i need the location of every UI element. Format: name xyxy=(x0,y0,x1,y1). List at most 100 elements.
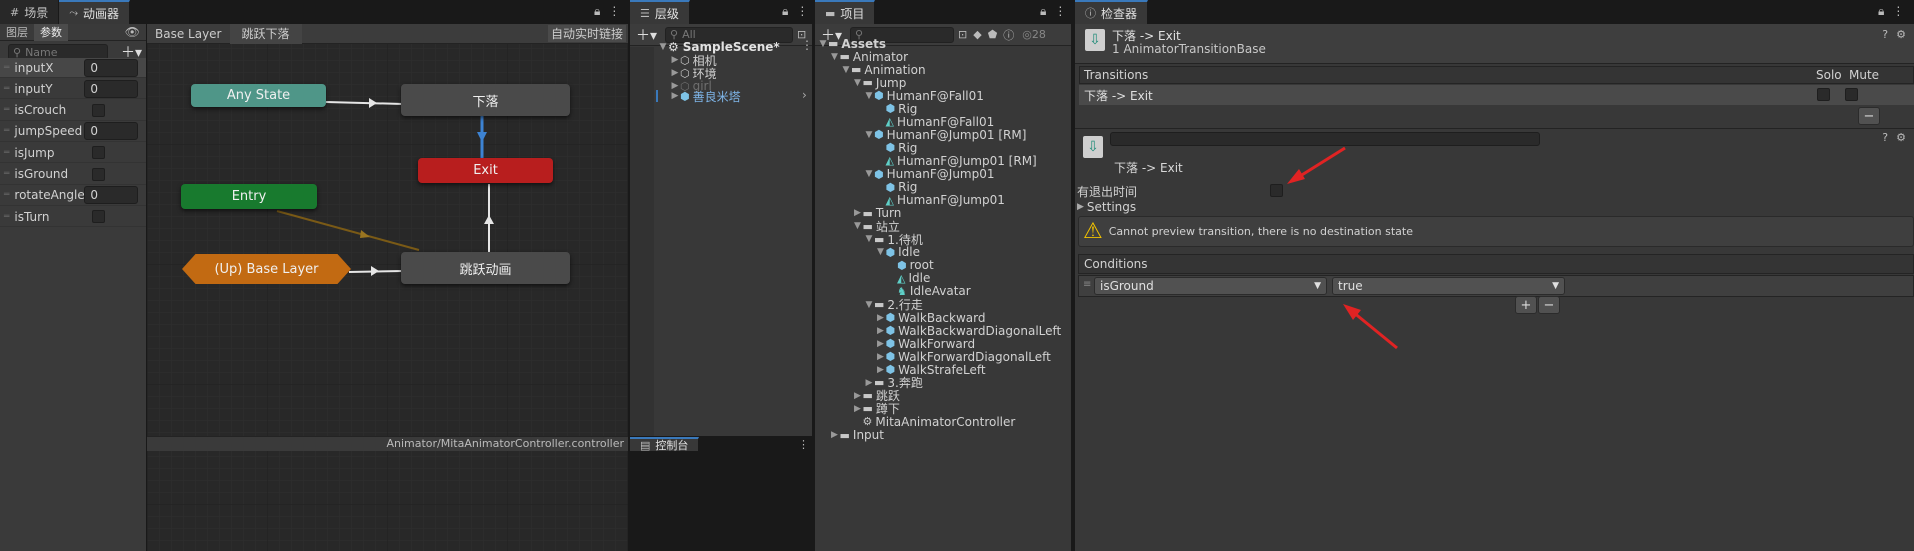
node-any-state[interactable]: Any State xyxy=(191,84,326,107)
param-checkbox[interactable] xyxy=(92,103,106,117)
lock-icon[interactable]: 🔒︎ xyxy=(782,4,788,19)
eye-icon[interactable]: 👁︎ xyxy=(125,25,140,39)
expand-right-icon[interactable]: ▶ xyxy=(876,313,886,323)
search-by-type-icon[interactable]: ⊡ xyxy=(958,28,967,41)
chevron-right-icon[interactable]: › xyxy=(802,88,807,102)
more-menu-icon[interactable]: ⋮ xyxy=(796,4,808,19)
node-fall[interactable]: 下落 xyxy=(401,84,570,116)
expand-down-icon[interactable]: ▼ xyxy=(864,130,874,140)
project-tree-item[interactable]: ⬢ Rig xyxy=(876,102,918,116)
expand-right-icon[interactable]: ▶ xyxy=(830,430,840,440)
label-icon[interactable]: ⬟ xyxy=(988,28,998,41)
param-row[interactable]: ═ isGround xyxy=(0,165,146,185)
expand-right-icon[interactable]: ▶ xyxy=(864,378,874,388)
more-menu-icon[interactable]: ⋮ xyxy=(608,4,620,19)
project-tree-item[interactable]: ▶ ⬢ WalkForward xyxy=(876,337,975,351)
lock-icon[interactable]: 🔒︎ xyxy=(1040,4,1046,19)
create-button[interactable]: ＋▾ xyxy=(636,25,657,45)
project-tree-item[interactable]: ⬢ Rig xyxy=(876,180,918,194)
expand-right-icon[interactable]: ▶ xyxy=(853,391,863,401)
param-value-field[interactable]: 0 xyxy=(84,58,139,77)
filter-icon[interactable]: ◆ xyxy=(973,28,981,41)
tab-inspector[interactable]: ⓘ 检查器 xyxy=(1075,0,1149,24)
drag-handle-icon[interactable]: ═ xyxy=(4,63,9,73)
drag-handle-icon[interactable]: ═ xyxy=(4,190,9,200)
param-row[interactable]: ═ isTurn xyxy=(0,207,146,228)
expand-right-icon[interactable]: ▶ xyxy=(876,365,886,375)
tab-layers[interactable]: 图层 xyxy=(0,24,34,41)
more-menu-icon[interactable]: ⋮ xyxy=(1892,4,1904,19)
project-tree-item[interactable]: ▶ ⬢ WalkBackward xyxy=(876,311,985,325)
lock-icon[interactable]: 🔒︎ xyxy=(594,4,600,19)
expand-down-icon[interactable]: ▼ xyxy=(841,65,851,75)
param-row[interactable]: ═ rotateAngle 0 xyxy=(0,186,146,206)
expand-right-icon[interactable]: ▶ xyxy=(876,339,886,349)
project-tree-item[interactable]: ◭ HumanF@Jump01 xyxy=(876,193,1005,207)
project-tree-item[interactable]: ◭ HumanF@Jump01 [RM] xyxy=(876,154,1037,168)
project-tree-item[interactable]: ▶ ▬ Input xyxy=(830,428,884,442)
project-tree-item[interactable]: ▶ ⬢ WalkForwardDiagonalLeft xyxy=(876,350,1051,364)
project-tree-item[interactable]: ◭ Idle xyxy=(887,271,930,285)
param-row[interactable]: ═ isJump xyxy=(0,143,146,164)
expand-arrow-icon[interactable]: ▼ xyxy=(658,42,668,52)
project-tree-item[interactable]: ▶ ▬ 蹲下 xyxy=(853,402,900,416)
project-tree-item[interactable]: ▼ ▬ Animator xyxy=(830,50,908,64)
tab-animator[interactable]: ⤳ 动画器 xyxy=(59,0,131,24)
expand-down-icon[interactable]: ▼ xyxy=(864,300,874,310)
expand-right-icon[interactable]: ▶ xyxy=(876,352,886,362)
expand-down-icon[interactable]: ▼ xyxy=(818,39,828,49)
expand-right-icon[interactable]: ▶ xyxy=(853,208,863,218)
param-value-field[interactable]: 0 xyxy=(84,186,139,205)
node-exit[interactable]: Exit xyxy=(418,158,553,183)
node-jump-anim[interactable]: 跳跃动画 xyxy=(401,252,570,284)
expand-down-icon[interactable]: ▼ xyxy=(864,169,874,179)
expand-right-icon[interactable]: ▶ xyxy=(853,404,863,414)
tab-console[interactable]: ▤ 控制台 xyxy=(630,437,700,452)
more-menu-icon[interactable]: ⋮ xyxy=(798,438,809,451)
param-row[interactable]: ═ isCrouch xyxy=(0,101,146,121)
node-up-base-layer[interactable]: (Up) Base Layer xyxy=(182,254,351,284)
param-row[interactable]: ═ inputX 0 xyxy=(0,58,146,78)
project-tree-item[interactable]: ▼ ▬ Animation xyxy=(841,63,926,77)
project-tree-item[interactable]: ⬢ Rig xyxy=(876,141,918,155)
drag-handle-icon[interactable]: ═ xyxy=(4,212,9,222)
more-menu-icon[interactable]: ⋮ xyxy=(1054,4,1066,19)
animator-graph[interactable]: Base Layer 跳跃下落 自动实时链接 Any State 下落 Exit… xyxy=(147,24,628,551)
hierarchy-item-mita[interactable]: ▶ ⬢ 善良米塔 xyxy=(670,86,741,106)
tab-scene[interactable]: # 场景 xyxy=(0,0,60,24)
project-tree-item[interactable]: ▼ ▬ Jump xyxy=(853,76,906,90)
drag-handle-icon[interactable]: ═ xyxy=(4,105,9,115)
scene-menu-icon[interactable]: ⋮ xyxy=(801,38,813,52)
project-tree-item[interactable]: ⬢ root xyxy=(887,258,934,272)
info-icon[interactable]: ⓘ xyxy=(1003,27,1014,43)
expand-down-icon[interactable]: ▼ xyxy=(830,52,840,62)
project-tree-item[interactable]: ▼ ⬢ HumanF@Jump01 [RM] xyxy=(864,128,1027,142)
drag-handle-icon[interactable]: ═ xyxy=(4,126,9,136)
expand-down-icon[interactable]: ▼ xyxy=(876,247,886,257)
drag-handle-icon[interactable]: ═ xyxy=(4,148,9,158)
param-row[interactable]: ═ jumpSpeed 0 xyxy=(0,122,146,142)
param-checkbox[interactable] xyxy=(92,167,106,181)
project-tree-item[interactable]: ▼ ▬ 2.行走 xyxy=(864,298,923,312)
project-tree-item[interactable]: ◭ HumanF@Fall01 xyxy=(876,115,995,129)
drag-handle-icon[interactable]: ═ xyxy=(4,169,9,179)
expand-down-icon[interactable]: ▼ xyxy=(864,91,874,101)
drag-handle-icon[interactable]: ═ xyxy=(4,84,9,94)
param-value-field[interactable]: 0 xyxy=(84,122,139,141)
lock-icon[interactable]: 🔒︎ xyxy=(1878,4,1884,19)
param-value-field[interactable]: 0 xyxy=(84,79,139,98)
project-tree-item[interactable]: ▼ ⬢ Idle xyxy=(876,245,920,259)
tab-hierarchy[interactable]: ☰ 层级 xyxy=(630,0,690,24)
param-row[interactable]: ═ inputY 0 xyxy=(0,79,146,100)
project-tree-item[interactable]: ⚙ MitaAnimatorController xyxy=(853,415,1016,429)
tab-parameters[interactable]: 参数 xyxy=(34,23,68,41)
expand-down-icon[interactable]: ▼ xyxy=(853,221,863,231)
param-checkbox[interactable] xyxy=(92,146,106,160)
project-tree-item[interactable]: ▶ ⬢ WalkBackwardDiagonalLeft xyxy=(876,324,1061,338)
node-entry[interactable]: Entry xyxy=(181,184,317,209)
tab-project[interactable]: ▬ 项目 xyxy=(815,0,876,24)
project-tree-item[interactable]: ▼ ▬ Assets xyxy=(818,37,886,51)
project-tree-item[interactable]: ▼ ⬢ HumanF@Jump01 xyxy=(864,167,995,181)
expand-arrow-icon[interactable]: ▶ xyxy=(670,91,680,101)
expand-down-icon[interactable]: ▼ xyxy=(864,234,874,244)
